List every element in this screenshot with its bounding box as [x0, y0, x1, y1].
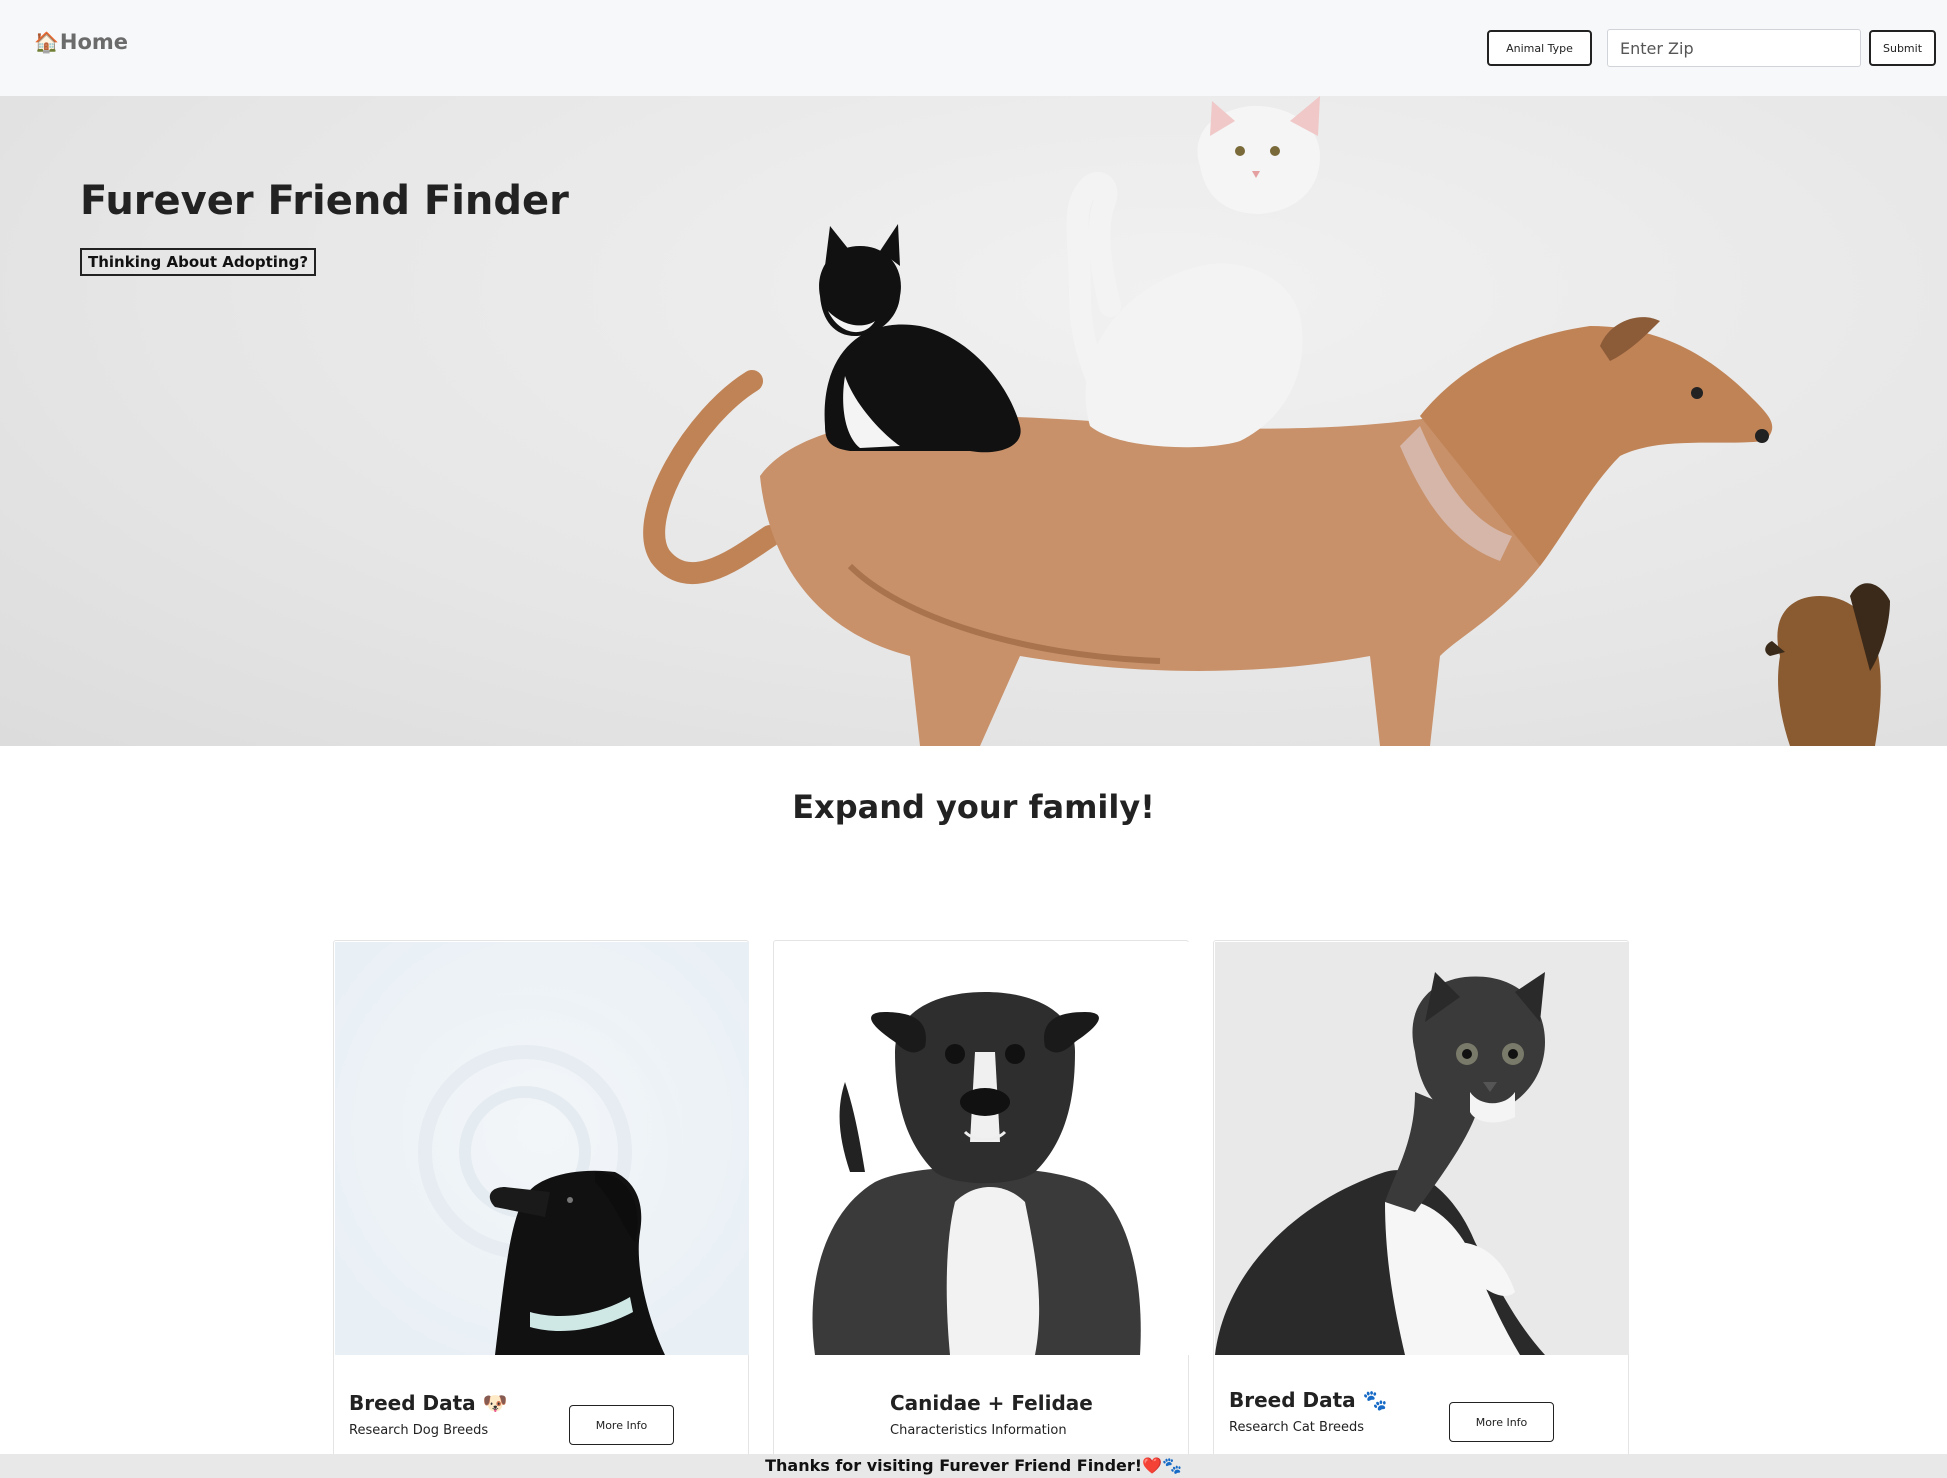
card-image-pitbull	[775, 942, 1189, 1355]
card-title: Canidae + Felidae	[890, 1391, 1093, 1415]
hero-title: Furever Friend Finder	[80, 178, 569, 224]
card-image-cat	[1215, 942, 1629, 1355]
card-subtitle: Characteristics Information	[890, 1423, 1067, 1438]
hero-banner: Furever Friend Finder Thinking About Ado…	[0, 96, 1947, 746]
card-subtitle: Research Cat Breeds	[1229, 1420, 1365, 1435]
home-link[interactable]: 🏠 Home	[34, 30, 128, 54]
house-icon: 🏠	[34, 30, 59, 54]
card-image-dog	[335, 942, 749, 1355]
section-title: Expand your family!	[792, 788, 1155, 826]
more-info-button[interactable]: More Info	[569, 1405, 674, 1445]
card-title: Breed Data 🐶	[349, 1391, 508, 1415]
animal-type-button[interactable]: Animal Type	[1487, 30, 1592, 66]
navbar: 🏠 Home Animal Type Submit	[0, 0, 1947, 96]
card-characteristics: Canidae + Felidae Characteristics Inform…	[773, 940, 1189, 1460]
card-title: Breed Data 🐾	[1229, 1388, 1388, 1412]
zip-input[interactable]	[1607, 29, 1861, 67]
home-link-label: Home	[59, 30, 129, 54]
card-dog-breeds: Breed Data 🐶 Research Dog Breeds More In…	[333, 940, 749, 1460]
more-info-button[interactable]: More Info	[1449, 1402, 1554, 1442]
adopting-badge[interactable]: Thinking About Adopting?	[80, 248, 317, 276]
footer: Thanks for visiting Furever Friend Finde…	[0, 1454, 1947, 1478]
hero-pets-image	[643, 96, 1890, 746]
submit-button[interactable]: Submit	[1869, 30, 1936, 66]
card-cat-breeds: Breed Data 🐾 Research Cat Breeds More In…	[1213, 940, 1629, 1460]
card-subtitle: Research Dog Breeds	[349, 1423, 489, 1438]
